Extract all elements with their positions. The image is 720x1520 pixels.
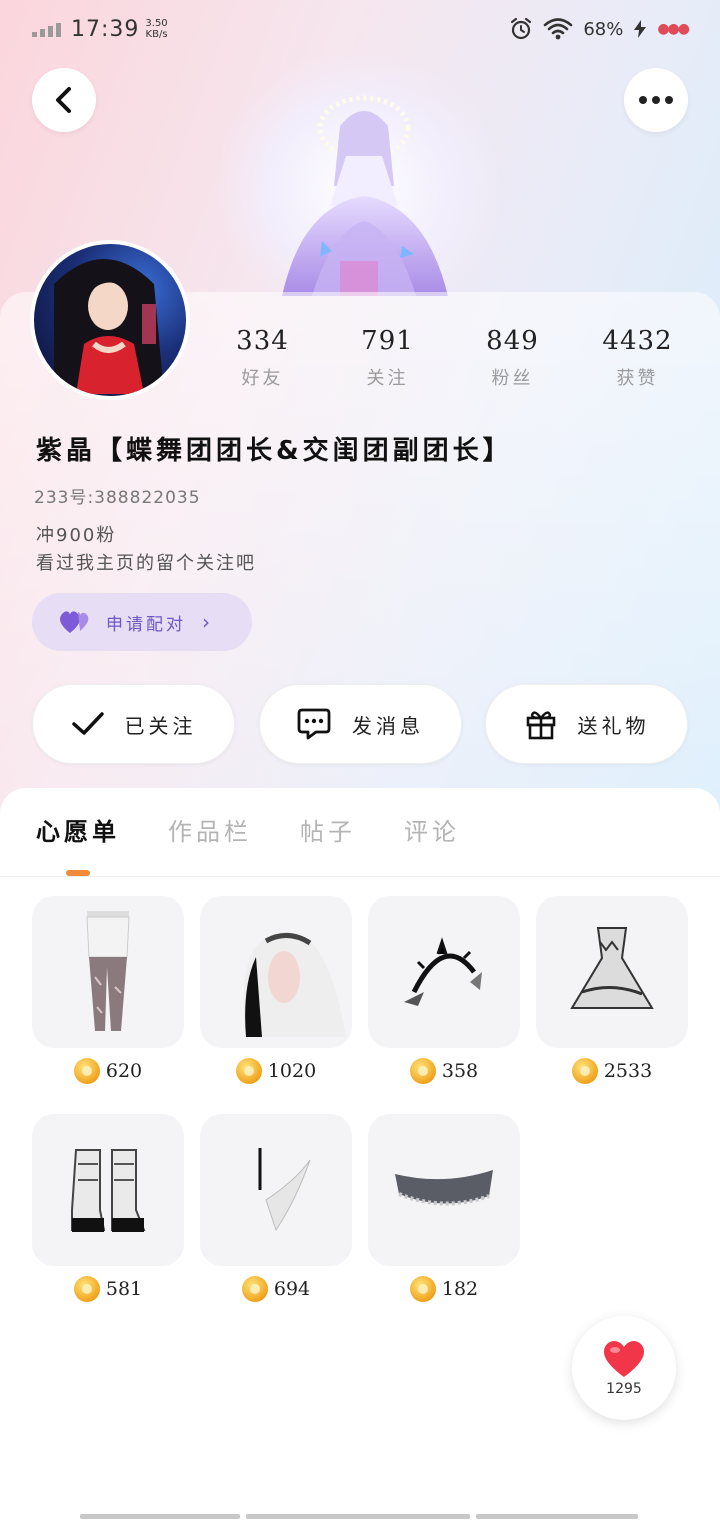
like-button[interactable]: 1295 [572, 1316, 676, 1420]
leggings-icon [32, 896, 184, 1048]
wishlist-grid: 620 1020 358 2533 581 694 182 [32, 896, 692, 1302]
wishlist-item[interactable]: 2533 [536, 896, 688, 1084]
profile-actions: 已关注 发消息 送礼物 [32, 684, 688, 764]
strawberry-icons: ●●● [657, 21, 690, 37]
coin-icon [73, 1058, 100, 1084]
wishlist-item[interactable]: 1020 [200, 896, 352, 1084]
wishlist-item[interactable]: 694 [200, 1114, 352, 1302]
profile-tabs: 心愿单 作品栏 帖子 评论 [36, 812, 460, 847]
stat-following[interactable]: 791 关注 [325, 326, 450, 390]
send-gift-button[interactable]: 送礼物 [485, 684, 688, 764]
battery-level: 68% [583, 18, 624, 40]
chevron-right-icon: › [202, 610, 210, 634]
coin-icon [235, 1058, 262, 1084]
tab-divider [0, 876, 720, 877]
profile-uid: 233号:388822035 [34, 488, 201, 508]
tab-posts[interactable]: 帖子 [300, 812, 356, 847]
double-heart-icon [60, 611, 89, 633]
tab-comments[interactable]: 评论 [404, 812, 460, 847]
network-speed: 3.50 KB/s [145, 18, 168, 40]
lace-choker-icon [368, 1114, 520, 1266]
dress-icon [536, 896, 688, 1048]
profile-bio: 冲900粉 看过我主页的留个关注吧 [36, 522, 256, 578]
wishlist-item[interactable]: 182 [368, 1114, 520, 1302]
alarm-icon [511, 17, 532, 40]
more-dots-icon [639, 96, 673, 104]
character-figure-icon [282, 95, 448, 296]
wishlist-item[interactable]: 358 [368, 896, 520, 1084]
coin-icon [241, 1276, 268, 1302]
followed-button[interactable]: 已关注 [32, 684, 235, 764]
tab-works[interactable]: 作品栏 [168, 812, 252, 847]
back-button[interactable] [32, 68, 96, 132]
wishlist-item[interactable]: 581 [32, 1114, 184, 1302]
more-button[interactable] [624, 68, 688, 132]
bio-line-1: 冲900粉 [36, 525, 117, 546]
profile-stats: 334 好友 791 关注 849 粉丝 4432 获赞 [200, 326, 700, 390]
chat-bubble-icon [297, 708, 331, 740]
coin-icon [571, 1058, 598, 1084]
profile-name: 紫晶【蝶舞团团长&交闺团副团长】 [36, 436, 513, 466]
wing-accessory-icon [200, 1114, 352, 1266]
coin-icon [409, 1058, 436, 1084]
stat-likes[interactable]: 4432 获赞 [575, 326, 700, 390]
charging-icon [634, 20, 647, 38]
heart-icon [603, 1341, 645, 1377]
stat-friends[interactable]: 334 好友 [200, 326, 325, 390]
signal-icon [32, 21, 61, 37]
character-showcase-image [222, 56, 498, 296]
wishlist-item[interactable]: 620 [32, 896, 184, 1084]
apply-pair-button[interactable]: 申请配对 › [32, 593, 252, 651]
status-time: 17:39 [71, 16, 140, 42]
send-message-button[interactable]: 发消息 [258, 684, 462, 764]
tab-wishlist[interactable]: 心愿单 [36, 812, 120, 847]
gift-icon [526, 711, 555, 740]
boots-icon [32, 1114, 184, 1266]
checkmark-icon [71, 712, 104, 735]
chevron-left-icon [56, 87, 71, 113]
bio-line-2: 看过我主页的留个关注吧 [36, 553, 256, 574]
headpiece-icon [368, 896, 520, 1048]
avatar-portrait-icon [54, 259, 164, 394]
stat-fans[interactable]: 849 粉丝 [450, 326, 575, 390]
status-bar: 17:39 3.50 KB/s 68% ●●● [0, 0, 720, 58]
coin-icon [73, 1276, 100, 1302]
avatar[interactable] [30, 240, 190, 400]
wifi-icon [544, 18, 573, 40]
bottom-nav-indicator [80, 1514, 638, 1519]
coin-icon [409, 1276, 436, 1302]
hair-icon [200, 896, 352, 1048]
